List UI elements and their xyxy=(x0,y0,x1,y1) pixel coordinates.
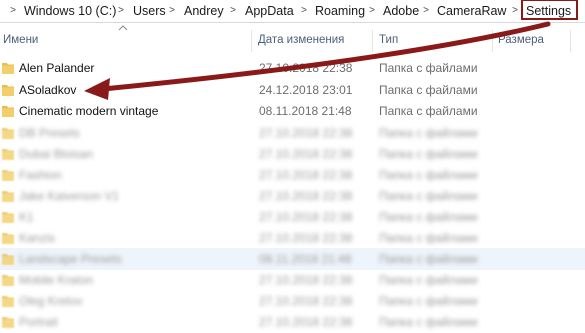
chevron-right-icon[interactable]: > xyxy=(167,0,177,22)
file-name: ASoladkov xyxy=(19,83,77,97)
file-name: Jake Kaiverson V1 xyxy=(19,189,120,203)
file-date: 27.10.2018 22:38 xyxy=(259,210,353,224)
file-type: Папка с файлами xyxy=(379,273,478,287)
file-date: 27.10.2018 22:38 xyxy=(259,294,353,308)
folder-icon xyxy=(2,106,14,117)
chevron-right-icon[interactable]: > xyxy=(421,0,431,22)
folder-icon xyxy=(2,149,14,160)
file-name: Oleg Kretov xyxy=(19,294,83,308)
list-item[interactable]: ASoladkov 24.12.2018 23:01 Папка с файла… xyxy=(0,79,585,101)
breadcrumb-item-users[interactable]: Users xyxy=(133,0,166,22)
file-name: Cinematic modern vintage xyxy=(19,104,159,118)
chevron-right-icon[interactable]: > xyxy=(8,0,18,22)
file-date: 27.10.2018 22:38 xyxy=(259,189,353,203)
file-name: Kanzis xyxy=(19,231,56,245)
breadcrumb-item-roaming[interactable]: Roaming xyxy=(315,0,365,22)
list-item[interactable]: DB Presets 27.10.2018 22:38 Папка с файл… xyxy=(0,122,585,144)
list-item[interactable]: Cinematic modern vintage 08.11.2018 21:4… xyxy=(0,100,585,122)
file-name: Dubai Bloisan xyxy=(19,147,94,161)
file-name: Alen Palander xyxy=(19,61,95,75)
file-date: 27.10.2018 22:38 xyxy=(259,126,353,140)
file-date: 08.11.2018 21:48 xyxy=(259,252,352,266)
file-type: Папка с файлами xyxy=(379,168,478,182)
column-type[interactable]: Тип xyxy=(379,30,398,50)
folder-icon xyxy=(2,317,14,328)
breadcrumb: > Windows 10 (C:) > Users > Andrey > App… xyxy=(0,0,585,23)
file-name: Mobile Kraton xyxy=(19,273,94,287)
column-size[interactable]: Размера xyxy=(498,30,544,50)
column-header: Имени Дата изменения Тип Размера xyxy=(0,30,585,52)
file-type: Папка с файлами xyxy=(379,189,478,203)
file-type: Папка с файлами xyxy=(379,83,478,97)
file-name: Landscape Presets xyxy=(19,252,122,266)
file-date: 24.12.2018 23:01 xyxy=(259,83,353,97)
folder-icon xyxy=(2,170,14,181)
file-type: Папка с файлами xyxy=(379,104,478,118)
file-type: Папка с файлами xyxy=(379,147,478,161)
folder-icon xyxy=(2,233,14,244)
file-name: K1 xyxy=(19,210,34,224)
list-item[interactable]: Portrait 27.10.2018 22:38 Папка с файлам… xyxy=(0,311,585,333)
column-divider[interactable] xyxy=(570,30,571,52)
file-date: 27.10.2018 22:38 xyxy=(259,168,353,182)
file-type: Папка с файлами xyxy=(379,315,478,329)
breadcrumb-item-appdata[interactable]: AppData xyxy=(245,0,294,22)
folder-icon xyxy=(2,63,14,74)
folder-icon xyxy=(2,254,14,265)
list-item[interactable]: Landscape Presets 08.11.2018 21:48 Папка… xyxy=(0,248,585,270)
folder-icon xyxy=(2,275,14,286)
list-item[interactable]: Oleg Kretov 27.10.2018 22:38 Папка с фай… xyxy=(0,290,585,312)
file-date: 27.10.2018 22:38 xyxy=(259,147,353,161)
breadcrumb-item-andrey[interactable]: Andrey xyxy=(184,0,224,22)
file-type: Папка с файлами xyxy=(379,126,478,140)
folder-icon xyxy=(2,212,14,223)
file-type: Папка с файлами xyxy=(379,231,478,245)
column-divider[interactable] xyxy=(251,30,252,52)
folder-icon xyxy=(2,191,14,202)
chevron-right-icon[interactable]: > xyxy=(367,0,377,22)
file-date: 08.11.2018 21:48 xyxy=(259,104,352,118)
breadcrumb-item-cameraraw[interactable]: CameraRaw xyxy=(437,0,506,22)
list-item[interactable]: K1 27.10.2018 22:38 Папка с файлами xyxy=(0,206,585,228)
file-date: 27.10.2018 22:38 xyxy=(259,231,353,245)
folder-icon xyxy=(2,296,14,307)
file-name: Portrait xyxy=(19,315,58,329)
column-divider[interactable] xyxy=(372,30,373,52)
file-name: Fashion xyxy=(19,168,62,182)
chevron-right-icon[interactable]: > xyxy=(299,0,309,22)
file-name: DB Presets xyxy=(19,126,80,140)
file-type: Папка с файлами xyxy=(379,61,478,75)
column-name[interactable]: Имени xyxy=(3,30,38,50)
chevron-right-icon[interactable]: > xyxy=(228,0,238,22)
chevron-right-icon[interactable]: > xyxy=(510,0,520,22)
list-item[interactable]: Alen Palander 27.10.2018 22:38 Папка с ф… xyxy=(0,57,585,79)
column-divider[interactable] xyxy=(492,30,493,52)
file-date: 27.10.2018 22:38 xyxy=(259,273,353,287)
file-date: 27.10.2018 22:38 xyxy=(259,315,353,329)
chevron-right-icon[interactable]: > xyxy=(116,0,126,22)
breadcrumb-item-adobe[interactable]: Adobe xyxy=(383,0,419,22)
file-type: Папка с файлами xyxy=(379,252,478,266)
list-item[interactable]: Jake Kaiverson V1 27.10.2018 22:38 Папка… xyxy=(0,185,585,207)
file-type: Папка с файлами xyxy=(379,294,478,308)
list-item[interactable]: Dubai Bloisan 27.10.2018 22:38 Папка с ф… xyxy=(0,143,585,165)
breadcrumb-item-drive[interactable]: Windows 10 (C:) xyxy=(24,0,116,22)
folder-icon xyxy=(2,85,14,96)
list-item[interactable]: Fashion 27.10.2018 22:38 Папка с файлами xyxy=(0,164,585,186)
list-item[interactable]: Kanzis 27.10.2018 22:38 Папка с файлами xyxy=(0,227,585,249)
list-item[interactable]: Mobile Kraton 27.10.2018 22:38 Папка с ф… xyxy=(0,269,585,291)
breadcrumb-item-settings[interactable]: Settings xyxy=(526,0,571,22)
folder-icon xyxy=(2,128,14,139)
column-date[interactable]: Дата изменения xyxy=(258,30,344,50)
file-date: 27.10.2018 22:38 xyxy=(259,61,353,75)
file-type: Папка с файлами xyxy=(379,210,478,224)
